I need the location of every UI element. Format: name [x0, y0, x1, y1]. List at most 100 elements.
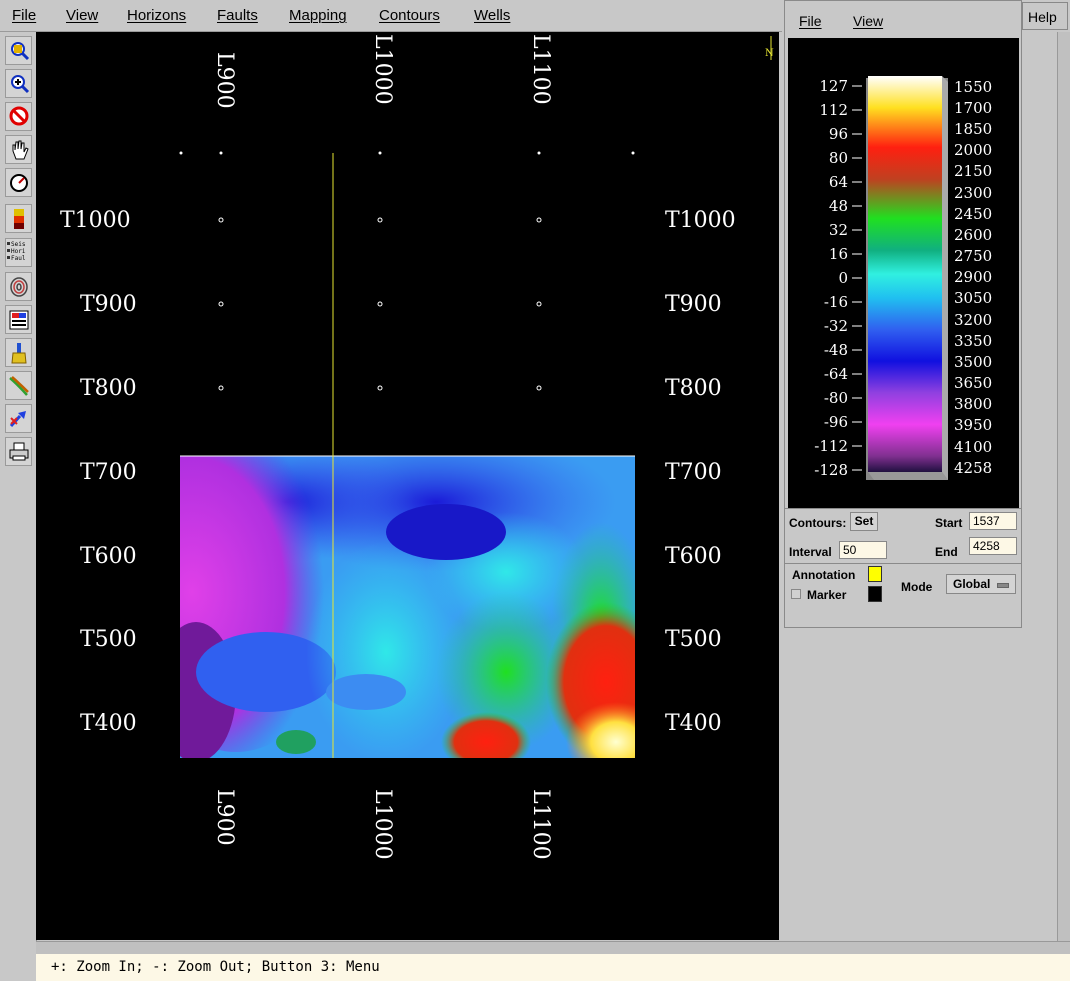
marker-label: Marker: [807, 588, 847, 602]
brush-icon: [11, 343, 27, 364]
legend-left-tick: 0: [838, 269, 848, 287]
colorbar-icon: [14, 209, 24, 229]
color-legend: 127 112 96 80 64 48 32 16 0 -16 -32 -48 …: [788, 38, 1019, 508]
seis-hori-faul-toggle-icon: Seis Hori Faul: [7, 241, 26, 262]
menu-file[interactable]: File: [12, 7, 36, 24]
legend-right-tick: 1850: [954, 120, 992, 138]
colorbar-tool-button[interactable]: [5, 204, 32, 233]
print-tool-button[interactable]: [5, 437, 32, 466]
gauge-icon: [10, 174, 28, 192]
panel-menu-view[interactable]: View: [853, 13, 883, 29]
legend-left-tick-marks: [852, 85, 862, 471]
legend-left-labels: 127 112 96 80 64 48 32 16 0 -16 -32 -48 …: [814, 77, 848, 479]
zoom-in-tool-button[interactable]: [5, 69, 32, 98]
pick-tool-button[interactable]: [5, 404, 32, 433]
legend-left-tick: 96: [829, 125, 848, 143]
layer-toggle-button[interactable]: Seis Hori Faul: [5, 238, 32, 267]
bottom-line-label: L900: [212, 789, 237, 846]
trace-label: T1000: [60, 208, 131, 233]
menu-wells[interactable]: Wells: [474, 7, 510, 24]
legend-left-tick: 112: [819, 101, 848, 119]
trace-label: T400: [80, 711, 137, 736]
trace-label: T900: [80, 292, 137, 317]
legend-left-tick: -32: [824, 317, 848, 335]
zoom-tool-button[interactable]: [5, 36, 32, 65]
zoom-in-icon: [11, 75, 30, 94]
bottom-line-label: L1000: [370, 789, 395, 860]
top-line-label: L1000: [370, 34, 395, 105]
start-label: Start: [935, 516, 963, 530]
set-contours-button[interactable]: Set: [850, 512, 878, 531]
zoom-icon: [11, 42, 30, 61]
basemap-svg[interactable]: L900 L1000 L1100 N T1000 T900 T800 T700 …: [36, 32, 779, 940]
legend-right-tick: 2300: [954, 184, 992, 202]
legend-right-tick: 2900: [954, 268, 992, 286]
legend-left-tick: -16: [824, 293, 848, 311]
help-button[interactable]: Help: [1022, 2, 1068, 30]
map-canvas[interactable]: L900 L1000 L1100 N T1000 T900 T800 T700 …: [36, 32, 779, 940]
menu-horizons[interactable]: Horizons: [127, 7, 186, 24]
colorbar-panel: File View 127 112 96 80 64 48 32 16 0 -1…: [784, 0, 1022, 628]
paint-icon: [9, 310, 29, 330]
layer-label-seis: Seis: [11, 241, 26, 248]
shotpoint-markers: [179, 151, 635, 155]
north-arrow: N: [765, 36, 774, 60]
zoom-cancel-icon: [9, 106, 29, 126]
pan-tool-button[interactable]: [5, 135, 32, 164]
brush-tool-button[interactable]: [5, 338, 32, 367]
legend-left-tick: 80: [829, 149, 848, 167]
left-trace-labels: T1000 T900 T800 T700 T600 T500 T400: [60, 208, 137, 736]
menu-mapping[interactable]: Mapping: [289, 7, 347, 24]
menu-view[interactable]: View: [66, 7, 98, 24]
legend-right-labels: 1550 1700 1850 2000 2150 2300 2450 2600 …: [954, 78, 992, 477]
legend-left-tick: 127: [819, 77, 848, 95]
top-line-labels: L900 L1000 L1100: [212, 34, 553, 109]
contour-tool-button[interactable]: [5, 272, 32, 301]
paint-tool-button[interactable]: [5, 305, 32, 334]
legend-left-tick: -48: [824, 341, 848, 359]
marker-color-swatch[interactable]: [868, 586, 882, 602]
zoom-cancel-tool-button[interactable]: [5, 102, 32, 131]
colorbar-gradient: [868, 76, 942, 472]
trace-label: T700: [80, 460, 137, 485]
main-menubar: File View Horizons Faults Mapping Contou…: [0, 0, 782, 32]
legend-left-tick: 16: [829, 245, 848, 263]
right-trace-labels: T1000 T900 T800 T700 T600 T500 T400: [665, 208, 736, 736]
horizon-heatmap[interactable]: [126, 432, 666, 782]
vertical-scrollbar[interactable]: [1057, 32, 1070, 942]
legend-left-tick: 48: [829, 197, 848, 215]
legend-right-tick: 2150: [954, 162, 992, 180]
print-icon: [9, 442, 29, 461]
marker-checkbox[interactable]: [791, 589, 801, 599]
legend-left-tick: -64: [824, 365, 848, 383]
interval-label: Interval: [789, 545, 832, 559]
legend-right-tick: 3050: [954, 289, 992, 307]
menu-faults[interactable]: Faults: [217, 7, 258, 24]
bottom-line-labels: L900 L1000 L1100: [212, 789, 553, 860]
panel-menu-file[interactable]: File: [799, 13, 822, 29]
contours-label: Contours:: [789, 516, 847, 530]
pick-icon: [9, 411, 26, 428]
mode-select-value: Global: [953, 577, 991, 591]
menu-contours[interactable]: Contours: [379, 7, 440, 24]
contour-icon: [10, 277, 28, 297]
legend-left-tick: -128: [814, 461, 848, 479]
legend-left-tick: -80: [824, 389, 848, 407]
fault-tool-button[interactable]: [5, 371, 32, 400]
horizontal-scrollbar[interactable]: [36, 941, 1070, 954]
legend-right-tick: 2450: [954, 205, 992, 223]
legend-right-tick: 4258: [954, 459, 992, 477]
legend-right-tick: 4100: [954, 438, 992, 456]
mode-select[interactable]: Global: [946, 574, 1016, 594]
legend-left-tick: 64: [829, 173, 848, 191]
interval-field[interactable]: 50: [839, 541, 887, 559]
start-field[interactable]: 1537: [969, 512, 1017, 530]
gauge-tool-button[interactable]: [5, 168, 32, 197]
north-label: N: [765, 48, 774, 59]
trace-label: T700: [665, 460, 722, 485]
end-field[interactable]: 4258: [969, 537, 1017, 555]
legend-right-tick: 3500: [954, 353, 992, 371]
fault-line-icon: [9, 376, 29, 396]
legend-right-tick: 3200: [954, 311, 992, 329]
annotation-color-swatch[interactable]: [868, 566, 882, 582]
